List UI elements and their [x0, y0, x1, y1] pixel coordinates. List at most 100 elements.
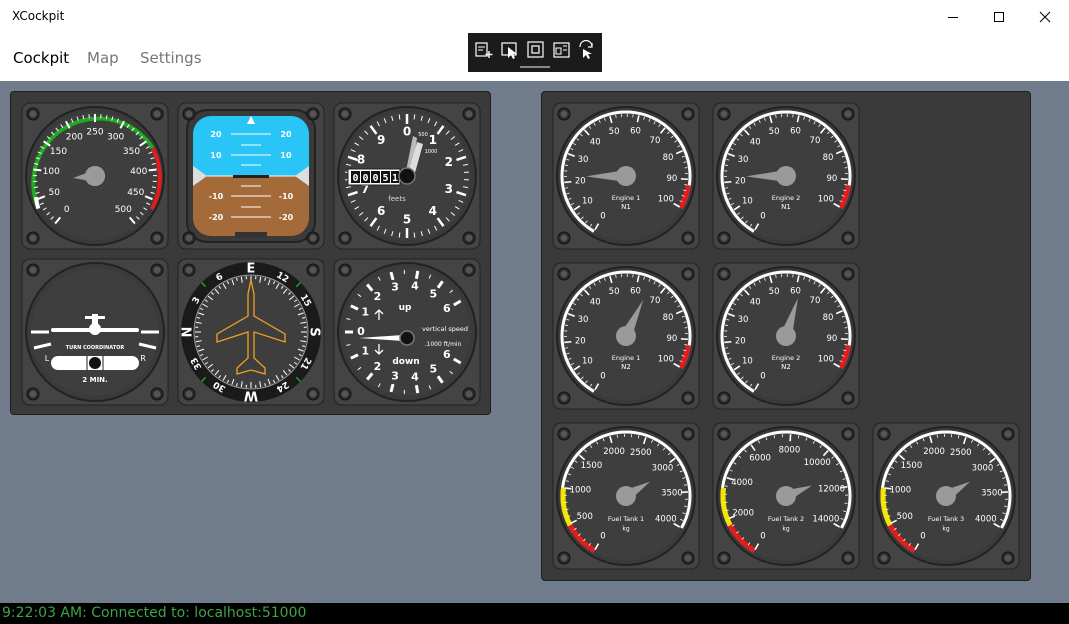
cockpit-workspace: 0 50 100 150 200 250 300 350 400 450 500 20: [0, 81, 1069, 603]
screw-head: [341, 390, 349, 398]
engine2-n1-gauge[interactable]: 01020304050 60708090100Engine 2N1: [712, 102, 860, 250]
fuel-tank2-gauge[interactable]: 0 2000 4000 6000 800010000 12000 14000 Fuel Tan…: [712, 422, 860, 570]
gauge-tick-label: 70: [810, 136, 821, 146]
pitch-label: -20: [279, 213, 294, 222]
gauge-tick-label: 80: [823, 153, 834, 163]
fuel-tank3-gauge[interactable]: 0500100015002000 2500300035004000Fuel Tan…: [872, 422, 1020, 570]
vertical-speed-indicator[interactable]: 123 456123 4560 up down vertical speed .10…: [333, 258, 481, 406]
gauge-tick-label: 10: [742, 357, 753, 367]
screw-head: [309, 266, 317, 274]
engine1-n2-gauge[interactable]: 01020304050 60708090100Engine 1N2: [552, 262, 700, 410]
heading-indicator[interactable]: NESW36 121521243033: [177, 258, 325, 406]
screw-head: [684, 234, 692, 242]
counter-digit: 0: [372, 173, 378, 184]
screw-head: [29, 234, 37, 242]
gauge-tick-label: 40: [590, 297, 601, 307]
tick: [413, 114, 416, 120]
tab-cockpit[interactable]: Cockpit: [13, 49, 69, 67]
airspeed-label: 450: [127, 188, 144, 198]
gauge-tick-label: 3500: [981, 488, 1003, 498]
tick: [413, 232, 416, 238]
gauge-title: Fuel Tank 2: [768, 515, 804, 523]
gauge-unit: kg: [782, 526, 789, 533]
screw-head: [684, 394, 692, 402]
minimize-button[interactable]: [930, 0, 976, 34]
tick: [564, 180, 572, 184]
engine1-n1-gauge[interactable]: 01020304050 60708090100Engine 1N1: [552, 102, 700, 250]
gauge-tick-label: 8000: [779, 446, 801, 456]
gauge-tick-label: 500: [897, 512, 913, 522]
status-bar: 9:22:03 AM: Connected to: localhost:5100…: [0, 603, 1069, 624]
gauge-tick-label: 500: [577, 512, 593, 522]
needle-hub: [616, 326, 636, 346]
attitude-aircraft-symbol: [233, 175, 269, 178]
app-title: XCockpit: [12, 9, 65, 23]
needle-hub: [616, 166, 636, 186]
gauge-tick-label: 90: [827, 334, 838, 344]
tick: [775, 274, 777, 278]
gauge-tick-label: 40: [590, 137, 601, 147]
screw-head: [153, 266, 161, 274]
gauge-tick-label: 2000: [732, 508, 754, 518]
select-icon: [501, 42, 517, 59]
vs-down-number: 1: [361, 344, 369, 357]
screw-head: [153, 110, 161, 118]
select-button[interactable]: [500, 40, 520, 60]
gauge-tick-label: 0: [600, 531, 605, 541]
screw-head: [880, 430, 888, 438]
screw-head: [560, 110, 568, 118]
gauge-tick-label: 1000: [570, 485, 592, 495]
screw-head: [185, 234, 193, 242]
gauge-tick-label: 80: [663, 153, 674, 163]
vs-zero: 0: [357, 325, 365, 338]
tab-map[interactable]: Map: [87, 49, 119, 67]
status-text: 9:22:03 AM: Connected to: localhost:5100…: [2, 605, 307, 621]
altimeter[interactable]: 0123456798 500 1000 0 0 0 5 1 feets: [333, 102, 481, 250]
gauge-tick-label: 90: [827, 174, 838, 184]
altimeter-small-mark: 1000: [425, 149, 438, 155]
airspeed-label: 500: [115, 205, 132, 215]
close-button[interactable]: [1022, 0, 1068, 34]
tab-settings[interactable]: Settings: [140, 49, 202, 67]
airspeed-indicator[interactable]: 0 50 100 150 200250 300 350 400 450 500: [21, 102, 169, 250]
turn-coordinator[interactable]: TURN COORDINATOR L R 2 MIN.: [21, 258, 169, 406]
gauge-tick-label: 100: [818, 195, 834, 205]
altimeter-unit: feets: [388, 195, 406, 203]
gauge-title: Fuel Tank 3: [928, 515, 964, 523]
gauge-tick-label: 4000: [655, 515, 677, 525]
gauge-tick-label: 2500: [630, 448, 652, 458]
screw-head: [844, 430, 852, 438]
gauge-tick-label: 12000: [818, 485, 845, 495]
pitch-label: 10: [210, 151, 222, 160]
needle-hub: [776, 166, 796, 186]
attitude-ground: [193, 176, 309, 236]
switch-button[interactable]: [577, 40, 597, 60]
engine-fuel-panel[interactable]: 0 10 20 30 40 50 60 70 80 90 100 Engine 1 N1 0 10 20 30…: [541, 91, 1031, 581]
gauge-tick-label: 20: [735, 336, 746, 346]
fit-button[interactable]: [526, 40, 546, 60]
screw-head: [560, 234, 568, 242]
gauge-tick-label: 4000: [731, 478, 753, 488]
properties-button[interactable]: [552, 40, 572, 60]
gauge-tick-label: 2000: [603, 447, 625, 457]
toolbar-grip[interactable]: [520, 66, 550, 68]
fuel-tank1-gauge[interactable]: 0500100015002000 2500300035004000Fuel Tan…: [552, 422, 700, 570]
flight-instruments-panel[interactable]: 0 50 100 150 200 250 300 350 400 450 500 20: [10, 91, 491, 415]
altimeter-label: 2: [445, 155, 453, 169]
needle-hub: [616, 486, 636, 506]
tick: [724, 340, 732, 344]
gauge-tick-label: 50: [769, 127, 780, 137]
vs-down-number: 5: [430, 363, 438, 376]
gauge-tick-label: 90: [667, 174, 678, 184]
heading-cardinal: N: [181, 327, 196, 338]
attitude-indicator[interactable]: 20 20 10 10 -10 -10 -20 -20: [177, 102, 325, 250]
counter-digit: 0: [362, 173, 368, 184]
tick: [1004, 505, 1008, 507]
gauge-tick-label: 10: [582, 357, 593, 367]
screw-head: [1004, 430, 1012, 438]
gauge-title: Engine 2: [772, 354, 800, 362]
maximize-button[interactable]: [976, 0, 1022, 34]
gauge-tick-label: 100: [658, 355, 674, 365]
add-instrument-button[interactable]: [474, 40, 494, 60]
engine2-n2-gauge[interactable]: 01020304050 60708090100Engine 2N2: [712, 262, 860, 410]
